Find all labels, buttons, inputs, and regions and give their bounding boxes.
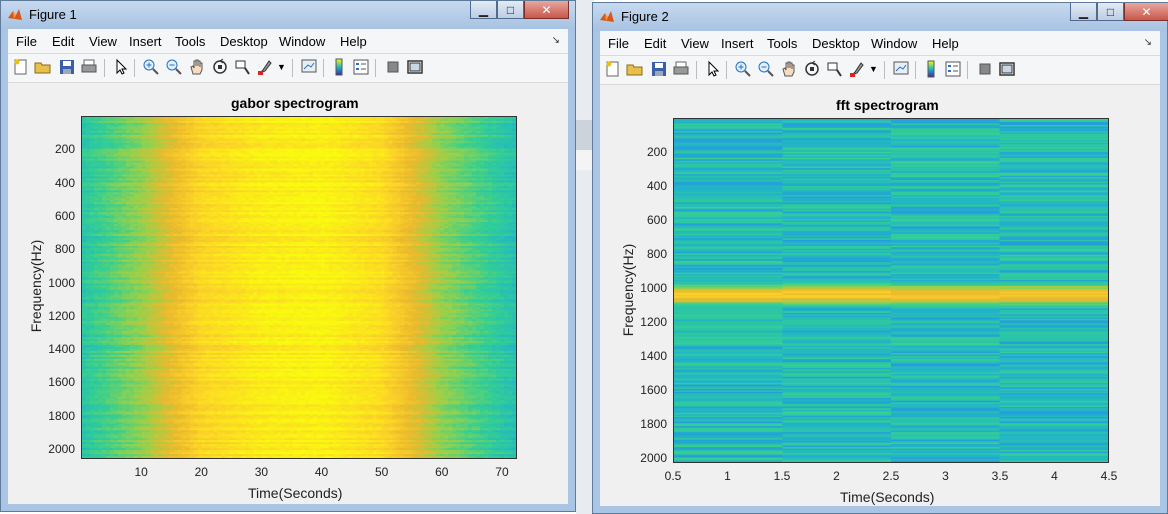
pan-icon[interactable] [188,58,206,76]
window-title: Figure 1 [29,7,77,22]
new-figure-icon[interactable] [12,58,30,76]
pointer-icon[interactable] [112,58,130,76]
spectrogram-heatmap [82,117,516,458]
open-file-icon[interactable] [34,58,52,76]
spectrogram-axes[interactable] [81,116,517,459]
close-icon: ✕ [541,2,552,17]
menu-view[interactable]: View [89,34,117,49]
legend-icon[interactable] [352,58,370,76]
print-icon[interactable] [80,58,98,76]
title-bar[interactable]: Figure 1 ▁ □ ✕ [1,1,575,29]
data-cursor-icon[interactable] [233,58,251,76]
zoom-in-icon[interactable] [142,58,160,76]
save-icon[interactable] [58,58,76,76]
show-plot-tools-icon[interactable] [406,58,424,76]
figure-toolbar: ▼ [8,54,568,83]
menu-edit[interactable]: Edit [52,34,74,49]
maximize-icon: □ [506,2,515,17]
menu-window[interactable]: Window [279,34,325,49]
figure-1-window: Figure 1 ▁ □ ✕ File Edit View Insert Too… [0,0,576,512]
matlab-icon [8,9,22,20]
minimize-icon: ▁ [478,2,489,17]
menu-tools[interactable]: Tools [175,34,205,49]
dock-arrow-icon[interactable]: ↘ [552,35,560,46]
menu-file[interactable]: File [16,34,37,49]
menu-help[interactable]: Help [340,34,367,49]
hide-plot-tools-icon[interactable] [384,58,402,76]
brush-icon[interactable] [257,58,275,76]
chart-title: gabor spectrogram [231,95,359,111]
minimize-button[interactable]: ▁ [470,1,497,19]
close-button[interactable]: ✕ [524,1,569,19]
menu-desktop[interactable]: Desktop [220,34,268,49]
menu-bar: File Edit View Insert Tools Desktop Wind… [8,29,568,54]
menu-insert[interactable]: Insert [129,34,162,49]
link-plot-icon[interactable] [300,58,318,76]
zoom-out-icon[interactable] [165,58,183,76]
colorbar-icon[interactable] [330,58,348,76]
maximize-button[interactable]: □ [497,1,524,19]
rotate-3d-icon[interactable] [211,58,229,76]
plot-area: gabor spectrogram 200 400 600 800 1000 1200 14… [8,83,568,504]
